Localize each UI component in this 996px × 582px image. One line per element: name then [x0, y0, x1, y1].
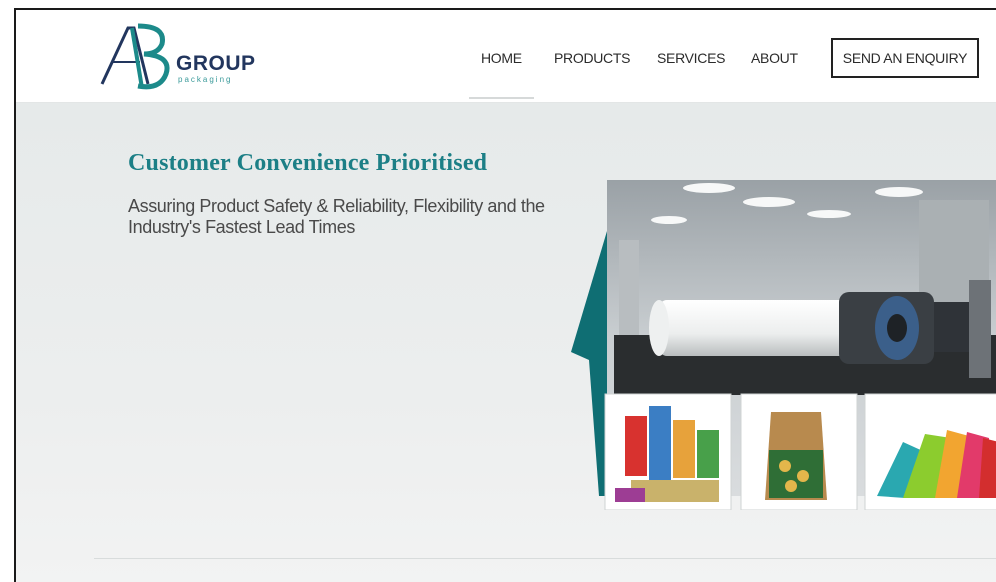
- labels-tile: [604, 393, 732, 510]
- hero-image-panel: [559, 180, 996, 510]
- section-divider: [94, 558, 996, 559]
- site-header: GROUP packaging HOME PRODUCTS SERVICES A…: [16, 10, 996, 103]
- hero-headline: Customer Convenience Prioritised: [128, 150, 488, 176]
- logo-sub-text: packaging: [178, 75, 233, 84]
- browser-viewport: GROUP packaging HOME PRODUCTS SERVICES A…: [14, 8, 996, 582]
- shopping-bags-tile: [864, 393, 996, 510]
- paper-bag-tile: [740, 393, 858, 510]
- hero-graphic: [571, 180, 996, 510]
- nav-services[interactable]: SERVICES: [657, 50, 725, 66]
- nav-home[interactable]: HOME: [469, 50, 534, 99]
- nav-products[interactable]: PRODUCTS: [554, 50, 630, 66]
- nav-about[interactable]: ABOUT: [751, 50, 798, 66]
- hero-subline: Assuring Product Safety & Reliability, F…: [128, 196, 545, 237]
- send-enquiry-button[interactable]: SEND AN ENQUIRY: [831, 38, 979, 78]
